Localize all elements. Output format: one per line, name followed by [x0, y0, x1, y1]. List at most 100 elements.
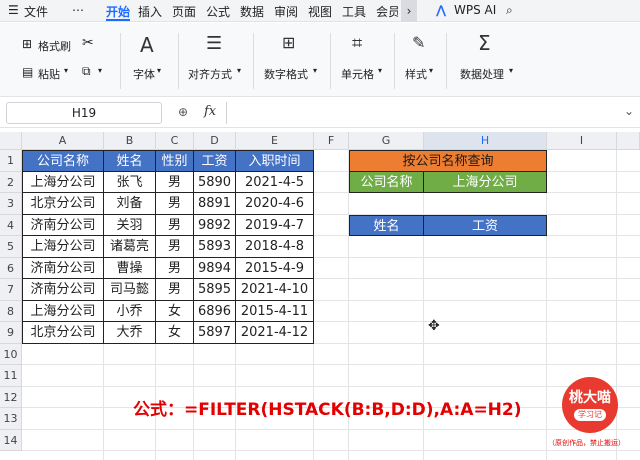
table-cell[interactable]: 9892	[194, 214, 236, 236]
align-dropdown-icon[interactable]: ▾	[237, 66, 241, 75]
file-icon[interactable]: ☰	[8, 3, 19, 17]
select-all-corner[interactable]	[0, 132, 22, 150]
data-process-dropdown-icon[interactable]: ▾	[509, 66, 513, 75]
table-cell[interactable]: 5890	[194, 171, 236, 193]
row-header-2[interactable]: 2	[0, 171, 22, 193]
table-cell[interactable]: 张飞	[104, 171, 156, 193]
table-cell[interactable]: 2021-4-10	[236, 279, 314, 301]
table-cell[interactable]: 5893	[194, 236, 236, 258]
menu-file[interactable]: 文件	[24, 3, 48, 20]
copy-icon[interactable]: ⧉	[82, 64, 91, 79]
row-header-14[interactable]: 14	[0, 429, 22, 451]
menu-page[interactable]: 页面	[172, 3, 196, 20]
table-cell[interactable]: 5897	[194, 322, 236, 344]
copy-dropdown-icon[interactable]: ▾	[98, 66, 102, 75]
style-dropdown-icon[interactable]: ▾	[429, 66, 433, 75]
name-box[interactable]: H19	[6, 102, 162, 124]
table-cell[interactable]: 5895	[194, 279, 236, 301]
table-cell[interactable]: 大乔	[104, 322, 156, 344]
menu-member[interactable]: 会员	[376, 3, 398, 20]
table-cell[interactable]: 2018-4-8	[236, 236, 314, 258]
column-header-h[interactable]: H	[424, 132, 547, 150]
align-icon[interactable]: ☰	[206, 33, 222, 54]
query-value-cell[interactable]: 上海分公司	[424, 171, 547, 193]
format-painter-button[interactable]: 格式刷	[38, 38, 71, 54]
table-cell[interactable]: 2021-4-12	[236, 322, 314, 344]
column-header-next[interactable]	[617, 132, 640, 150]
data-process-button[interactable]: 数据处理	[460, 66, 504, 82]
row-header-3[interactable]: 3	[0, 193, 22, 215]
menu-view[interactable]: 视图	[308, 3, 332, 20]
table-cell[interactable]: 2020-4-6	[236, 193, 314, 215]
expand-formula-icon[interactable]: ⌄	[624, 104, 634, 118]
menu-more[interactable]: ⋯	[72, 3, 84, 17]
table-cell[interactable]: 2015-4-11	[236, 300, 314, 322]
number-format-dropdown-icon[interactable]: ▾	[313, 66, 317, 75]
row-header-9[interactable]: 9	[0, 322, 22, 344]
wps-ai-label[interactable]: WPS AI	[454, 3, 496, 17]
chevron-right-icon[interactable]: ›	[401, 0, 417, 22]
paste-button[interactable]: 粘贴	[38, 66, 60, 82]
cell-dropdown-icon[interactable]: ▾	[378, 66, 382, 75]
table-cell[interactable]: 刘备	[104, 193, 156, 215]
column-header-e[interactable]: E	[236, 132, 314, 150]
menu-data[interactable]: 数据	[240, 3, 264, 20]
menu-review[interactable]: 审阅	[274, 3, 298, 20]
row-header-8[interactable]: 8	[0, 300, 22, 322]
menu-insert[interactable]: 插入	[138, 3, 162, 20]
table-cell[interactable]: 男	[156, 257, 194, 279]
query-title-cell[interactable]: 按公司名称查询	[349, 150, 547, 172]
table-cell[interactable]: 9894	[194, 257, 236, 279]
menu-home[interactable]: 开始	[106, 3, 130, 20]
column-header-i[interactable]: I	[547, 132, 617, 150]
cell-icon[interactable]: ⌗	[352, 33, 362, 54]
font-dropdown-icon[interactable]: ▾	[157, 66, 161, 75]
table-cell[interactable]: 济南分公司	[22, 257, 104, 279]
table-cell[interactable]: 男	[156, 236, 194, 258]
number-format-icon[interactable]: ⊞	[282, 33, 295, 52]
wps-ai-icon[interactable]: ⋀	[436, 3, 446, 17]
table-cell[interactable]: 济南分公司	[22, 214, 104, 236]
search-icon[interactable]: ⌕	[506, 3, 513, 18]
table-header-cell[interactable]: 工资	[194, 150, 236, 172]
table-header-cell[interactable]: 公司名称	[22, 150, 104, 172]
row-header-6[interactable]: 6	[0, 257, 22, 279]
menu-tools[interactable]: 工具	[342, 3, 366, 20]
format-painter-icon[interactable]: ⊞	[22, 37, 32, 51]
row-header-11[interactable]: 11	[0, 365, 22, 387]
result-header-name[interactable]: 姓名	[349, 214, 424, 236]
fx-icon[interactable]: fx	[204, 104, 216, 119]
row-header-10[interactable]: 10	[0, 343, 22, 365]
font-button[interactable]: 字体	[133, 66, 155, 82]
style-button[interactable]: 样式	[405, 66, 427, 82]
table-header-cell[interactable]: 姓名	[104, 150, 156, 172]
table-cell[interactable]: 2019-4-7	[236, 214, 314, 236]
table-cell[interactable]: 男	[156, 214, 194, 236]
cell-button[interactable]: 单元格	[341, 66, 374, 82]
style-icon[interactable]: ✎	[412, 33, 425, 52]
table-header-cell[interactable]: 性别	[156, 150, 194, 172]
zoom-icon[interactable]: ⊕	[178, 105, 188, 119]
table-cell[interactable]: 关羽	[104, 214, 156, 236]
table-cell[interactable]: 小乔	[104, 300, 156, 322]
row-header-13[interactable]: 13	[0, 408, 22, 430]
row-header-7[interactable]: 7	[0, 279, 22, 301]
table-cell[interactable]: 男	[156, 193, 194, 215]
row-header-1[interactable]: 1	[0, 150, 22, 172]
column-header-a[interactable]: A	[22, 132, 104, 150]
paste-icon[interactable]: ▤	[22, 65, 33, 79]
table-cell[interactable]: 北京分公司	[22, 193, 104, 215]
data-process-icon[interactable]: Σ	[478, 31, 491, 55]
table-cell[interactable]: 男	[156, 171, 194, 193]
paste-dropdown-icon[interactable]: ▾	[64, 66, 68, 75]
column-header-f[interactable]: F	[314, 132, 349, 150]
table-cell[interactable]: 北京分公司	[22, 322, 104, 344]
row-header-4[interactable]: 4	[0, 214, 22, 236]
cut-icon[interactable]: ✂	[82, 35, 94, 51]
query-label-cell[interactable]: 公司名称	[349, 171, 424, 193]
font-icon[interactable]: A	[140, 33, 154, 57]
table-cell[interactable]: 济南分公司	[22, 279, 104, 301]
menu-formula[interactable]: 公式	[206, 3, 230, 20]
table-cell[interactable]: 上海分公司	[22, 236, 104, 258]
row-header-5[interactable]: 5	[0, 236, 22, 258]
